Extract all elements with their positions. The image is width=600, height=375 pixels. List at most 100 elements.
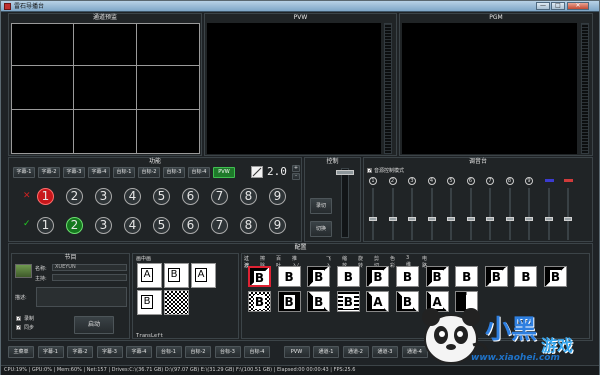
transition-effect-11[interactable]: B [544, 266, 567, 287]
duration-increase-button[interactable]: + [292, 165, 300, 172]
multiview-cell[interactable] [136, 65, 200, 110]
bottom-button-7[interactable]: 台标-2 [185, 346, 211, 358]
channel-fader-knob[interactable] [564, 217, 572, 221]
channel-fader-knob[interactable] [466, 217, 475, 221]
pgm-source-button-1[interactable]: 1 [37, 188, 54, 205]
audio-source-mode-checkbox[interactable]: ✓ [367, 168, 372, 174]
transition-effect-1[interactable]: B [248, 266, 271, 287]
multiview-cell[interactable] [73, 23, 137, 66]
function-button-3[interactable]: 字幕-3 [63, 167, 85, 178]
pgm-source-button-2[interactable]: 2 [66, 188, 83, 205]
multiview-cell[interactable] [73, 109, 137, 154]
program-desc-field[interactable] [36, 287, 127, 307]
function-button-4[interactable]: 字幕-4 [88, 167, 110, 178]
transition-effect-14[interactable]: B [307, 291, 331, 312]
channel-fader-knob[interactable] [505, 217, 514, 221]
transition-effect-15[interactable]: B [336, 291, 360, 312]
program-name-field[interactable]: XUEYUN [52, 264, 127, 271]
transition-curve-icon[interactable] [251, 166, 263, 178]
duration-decrease-button[interactable]: - [292, 173, 300, 180]
multiview-cell[interactable] [73, 65, 137, 110]
bottom-button-9[interactable]: 台标-4 [244, 346, 270, 358]
function-button-5[interactable]: 台标-1 [113, 167, 135, 178]
pgm-source-button-5[interactable]: 5 [153, 188, 170, 205]
pvw-source-button-2[interactable]: 2 [66, 217, 83, 234]
bottom-button-12[interactable]: 通道-2 [342, 346, 369, 358]
transition-effect-13[interactable]: B [277, 291, 301, 312]
pip-thumb-pattern[interactable] [164, 290, 189, 315]
pvw-source-button-6[interactable]: 6 [182, 217, 199, 234]
channel-fader-knob[interactable] [486, 217, 494, 221]
channel-fader-knob[interactable] [447, 217, 455, 221]
pip-thumb-4[interactable]: B [137, 290, 162, 315]
start-button[interactable]: 启动 [74, 316, 114, 334]
pvw-source-button-8[interactable]: 8 [240, 217, 257, 234]
multiview-cell[interactable] [11, 23, 74, 66]
minimize-button[interactable]: — [536, 2, 550, 10]
pip-thumb-letter: A [195, 268, 207, 282]
transition-effect-9[interactable]: B [484, 266, 508, 287]
bottom-button-6[interactable]: 台标-1 [155, 346, 182, 358]
pgm-source-button-9[interactable]: 9 [269, 188, 286, 205]
function-button-2[interactable]: 字幕-2 [38, 167, 60, 178]
maximize-button[interactable]: □ [551, 2, 565, 10]
channel-fader-knob[interactable] [408, 217, 416, 221]
transition-tab-9[interactable]: 色彩 [390, 255, 395, 269]
bottom-button-1[interactable]: 主菜单 [8, 346, 34, 358]
pgm-source-button-6[interactable]: 6 [182, 188, 199, 205]
program-host-field[interactable] [52, 274, 127, 281]
transition-effect-17[interactable]: B [396, 291, 419, 312]
channel-fader-knob[interactable] [427, 217, 436, 221]
multiview-cell[interactable] [136, 23, 200, 66]
transition-effect-3[interactable]: B [307, 266, 331, 287]
transition-effect-6[interactable]: B [396, 266, 419, 287]
pvw-source-button-5[interactable]: 5 [153, 217, 170, 234]
record-checkbox[interactable]: ✓ [16, 316, 21, 322]
pip-thumb-2[interactable]: B [164, 263, 189, 288]
transition-effect-12[interactable]: B [248, 291, 271, 312]
bottom-button-4[interactable]: 字幕-3 [96, 346, 123, 358]
function-button-1[interactable]: 字幕-1 [13, 167, 35, 178]
pgm-source-button-4[interactable]: 4 [124, 188, 141, 205]
switch-button[interactable]: 切换 [310, 221, 332, 237]
multiview-cell[interactable] [11, 65, 74, 110]
bottom-button-2[interactable]: 字幕-1 [37, 346, 64, 358]
bottom-button-13[interactable]: 通道-3 [372, 346, 398, 358]
transition-effect-7[interactable]: B [425, 266, 449, 287]
transition-effect-5[interactable]: B [366, 266, 390, 287]
transition-effect-2[interactable]: B [277, 266, 301, 287]
channel-fader-knob[interactable] [388, 217, 397, 221]
bottom-button-10[interactable]: PVW [283, 346, 310, 358]
pgm-source-button-8[interactable]: 8 [240, 188, 257, 205]
function-button-8[interactable]: 台标-4 [188, 167, 210, 178]
t-bar-handle[interactable] [336, 170, 354, 175]
pvw-source-button-9[interactable]: 9 [269, 217, 286, 234]
pvw-source-button-4[interactable]: 4 [124, 217, 141, 234]
live-checkbox[interactable]: ✓ [16, 325, 21, 331]
pvw-source-button-1[interactable]: 1 [37, 217, 54, 234]
channel-fader-knob[interactable] [525, 217, 533, 221]
pgm-source-button-7[interactable]: 7 [211, 188, 228, 205]
pvw-source-button-7[interactable]: 7 [211, 217, 228, 234]
channel-fader-knob[interactable] [544, 217, 553, 221]
bottom-button-8[interactable]: 台标-3 [214, 346, 241, 358]
transition-effect-16[interactable]: A [366, 291, 390, 312]
bottom-button-3[interactable]: 字幕-2 [67, 346, 93, 358]
function-button-7[interactable]: 台标-3 [163, 167, 185, 178]
function-button-9[interactable]: PVW [213, 167, 235, 178]
record-cut-button[interactable]: 录切 [310, 198, 332, 214]
pgm-source-button-3[interactable]: 3 [95, 188, 112, 205]
transition-effect-4[interactable]: B [336, 266, 360, 287]
function-button-6[interactable]: 台标-2 [138, 167, 160, 178]
pvw-source-button-3[interactable]: 3 [95, 217, 112, 234]
pip-thumb-3[interactable]: A [191, 263, 216, 288]
close-button[interactable]: ✕ [567, 2, 589, 10]
channel-fader-knob[interactable] [369, 217, 377, 221]
transition-effect-8[interactable]: B [455, 266, 479, 287]
pip-thumb-1[interactable]: A [137, 263, 162, 288]
transition-effect-10[interactable]: B [514, 266, 538, 287]
multiview-cell[interactable] [11, 109, 74, 154]
multiview-cell[interactable] [136, 109, 200, 154]
bottom-button-5[interactable]: 字幕-4 [126, 346, 152, 358]
bottom-button-11[interactable]: 通道-1 [313, 346, 339, 358]
